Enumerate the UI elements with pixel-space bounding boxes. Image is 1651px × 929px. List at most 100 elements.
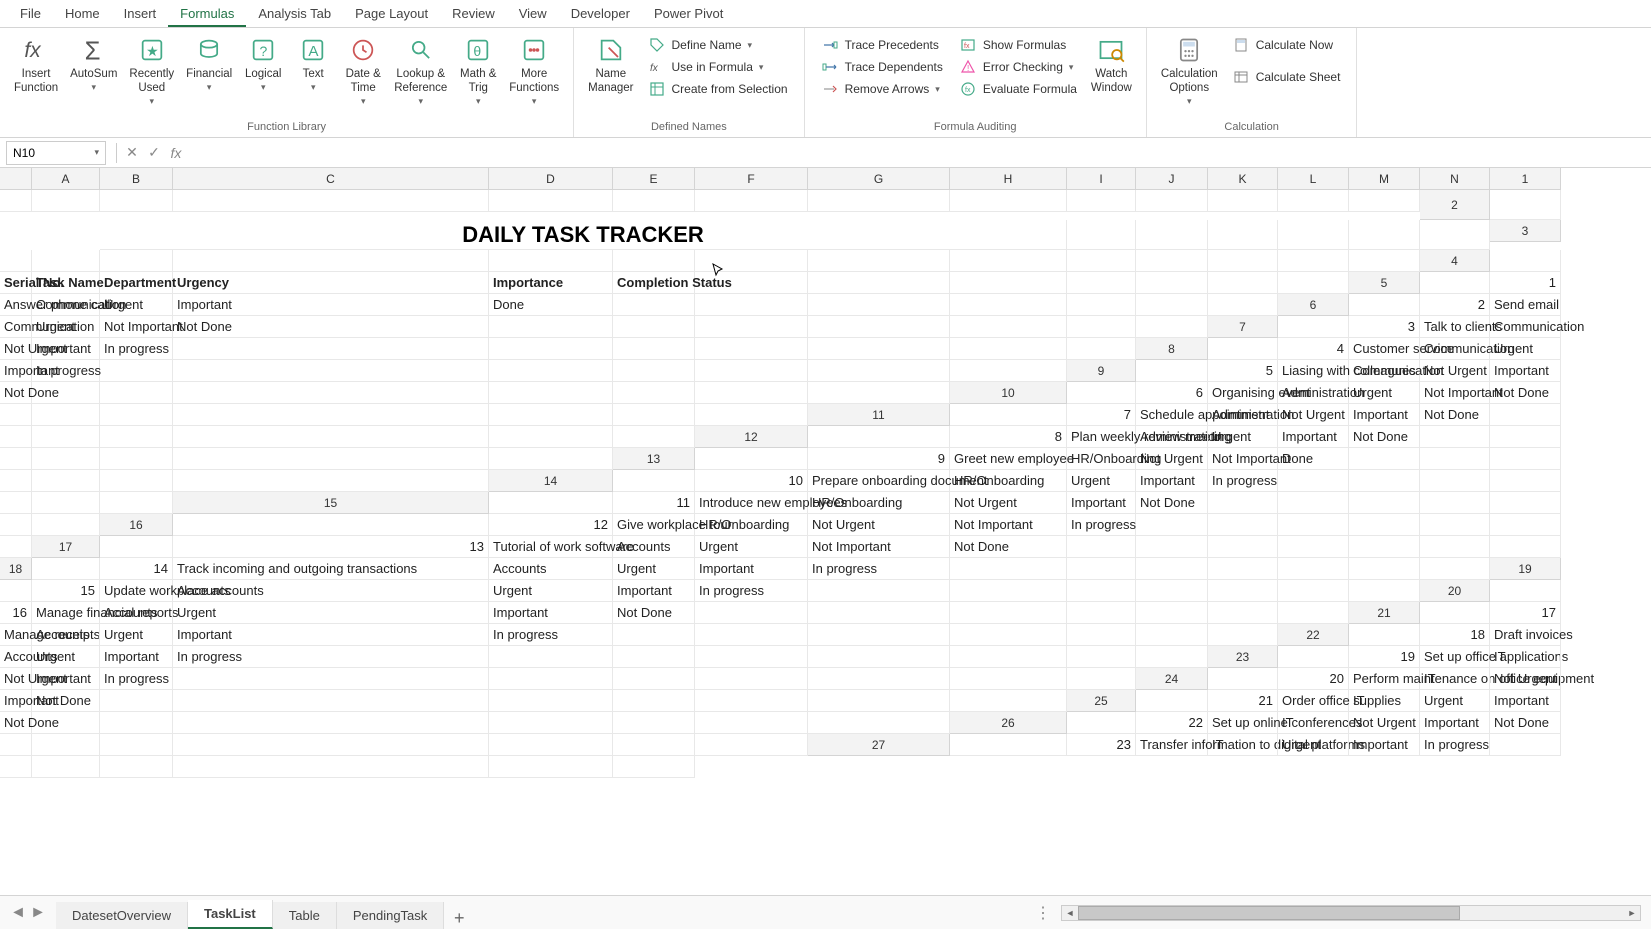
row-header[interactable]: 9 (1067, 360, 1136, 382)
cell[interactable] (1349, 448, 1420, 470)
sheet-next-button[interactable]: ► (28, 903, 48, 923)
cell[interactable] (0, 470, 32, 492)
cell[interactable] (1208, 624, 1278, 646)
cell-task[interactable]: Order office supplies (1278, 690, 1349, 712)
cell[interactable] (1278, 558, 1349, 580)
cell[interactable] (1208, 602, 1278, 624)
cell-task[interactable]: Introduce new employees (695, 492, 808, 514)
cell[interactable] (1349, 536, 1420, 558)
cell[interactable] (1136, 220, 1208, 250)
cell-urgency[interactable]: Urgent (1420, 690, 1490, 712)
cell-status[interactable]: In progress (1208, 470, 1278, 492)
cell[interactable] (808, 294, 950, 316)
cell-status[interactable]: Not Done (1490, 712, 1561, 734)
cell[interactable] (0, 492, 32, 514)
column-header[interactable]: C (173, 168, 489, 190)
cell[interactable] (808, 316, 950, 338)
cell-importance[interactable]: Important (0, 690, 32, 712)
cell-department[interactable]: Administration (1278, 382, 1349, 404)
cell[interactable] (613, 426, 695, 448)
cell[interactable] (1136, 250, 1208, 272)
cell[interactable] (100, 756, 173, 778)
cell-status[interactable]: In progress (695, 580, 808, 602)
cell[interactable] (613, 250, 695, 272)
cell-department[interactable]: HR/Onboarding (808, 492, 950, 514)
cell[interactable] (489, 734, 613, 756)
cell[interactable] (1067, 602, 1136, 624)
cell[interactable] (1349, 250, 1420, 272)
cell-status[interactable]: In progress (32, 360, 100, 382)
cell[interactable] (1067, 646, 1136, 668)
cell-task[interactable]: Talk to clients (1420, 316, 1490, 338)
cell[interactable] (1278, 250, 1349, 272)
cell-importance[interactable]: Important (613, 580, 695, 602)
cell[interactable] (489, 668, 613, 690)
cell[interactable] (1208, 190, 1278, 212)
cell-task[interactable]: Customer service (1349, 338, 1420, 360)
cell[interactable] (950, 404, 1067, 426)
row-header[interactable]: 5 (1349, 272, 1420, 294)
cell-importance[interactable]: Not Important (950, 514, 1067, 536)
cell[interactable] (173, 250, 489, 272)
cell[interactable] (1278, 646, 1349, 668)
cell[interactable] (808, 250, 950, 272)
cell[interactable] (32, 712, 100, 734)
cell-urgency[interactable]: Urgent (1349, 382, 1420, 404)
cell[interactable] (100, 190, 173, 212)
cell[interactable] (173, 404, 489, 426)
cell[interactable] (32, 250, 100, 272)
cell[interactable] (808, 624, 950, 646)
tab-review[interactable]: Review (440, 2, 507, 25)
more-functions-button[interactable]: More Functions ▾ (503, 32, 565, 109)
cell-task[interactable]: Manage financial reports (32, 602, 100, 624)
cell[interactable] (950, 338, 1067, 360)
cell[interactable] (173, 470, 489, 492)
cell[interactable] (695, 624, 808, 646)
cell-serial[interactable]: 14 (100, 558, 173, 580)
row-header[interactable]: 27 (808, 734, 950, 756)
cell-department[interactable]: Administration (1136, 426, 1208, 448)
cell[interactable] (173, 426, 489, 448)
cell[interactable] (100, 690, 173, 712)
cell[interactable] (0, 426, 32, 448)
cell[interactable] (1420, 272, 1490, 294)
cell[interactable] (695, 190, 808, 212)
cell-serial[interactable]: 19 (1349, 646, 1420, 668)
cell[interactable] (1420, 514, 1490, 536)
cell[interactable] (32, 448, 100, 470)
title-cell[interactable]: DAILY TASK TRACKER (100, 220, 1067, 250)
cell-serial[interactable]: 10 (695, 470, 808, 492)
cell[interactable] (808, 272, 950, 294)
scroll-right-button[interactable]: ► (1624, 906, 1640, 920)
math-trig-button[interactable]: θ Math & Trig ▾ (453, 32, 503, 109)
cell[interactable] (1136, 294, 1208, 316)
cell-serial[interactable]: 6 (1136, 382, 1208, 404)
cell[interactable] (32, 426, 100, 448)
cell[interactable] (1278, 272, 1349, 294)
cell[interactable] (613, 316, 695, 338)
logical-button[interactable]: ? Logical ▾ (238, 32, 288, 95)
cell-urgency[interactable]: Urgent (173, 602, 489, 624)
cell[interactable] (1349, 492, 1420, 514)
cell-serial[interactable]: 11 (613, 492, 695, 514)
cell[interactable] (489, 360, 613, 382)
cell[interactable] (100, 382, 173, 404)
cell[interactable] (0, 190, 32, 212)
cell[interactable] (0, 514, 32, 536)
cell[interactable] (950, 646, 1067, 668)
tab-power-pivot[interactable]: Power Pivot (642, 2, 735, 25)
cell[interactable] (1136, 690, 1208, 712)
cell[interactable] (100, 712, 173, 734)
cell-department[interactable]: HR/Onboarding (1067, 448, 1136, 470)
column-header[interactable]: L (1278, 168, 1349, 190)
cell[interactable] (173, 190, 489, 212)
cell[interactable] (950, 250, 1067, 272)
row-header[interactable]: 17 (32, 536, 100, 558)
row-header[interactable]: 21 (1349, 602, 1420, 624)
cell[interactable] (1136, 558, 1208, 580)
column-header[interactable]: N (1420, 168, 1490, 190)
cell[interactable] (808, 190, 950, 212)
cell[interactable] (950, 602, 1067, 624)
create-from-selection-button[interactable]: Create from Selection (644, 78, 792, 100)
cell[interactable] (1490, 514, 1561, 536)
